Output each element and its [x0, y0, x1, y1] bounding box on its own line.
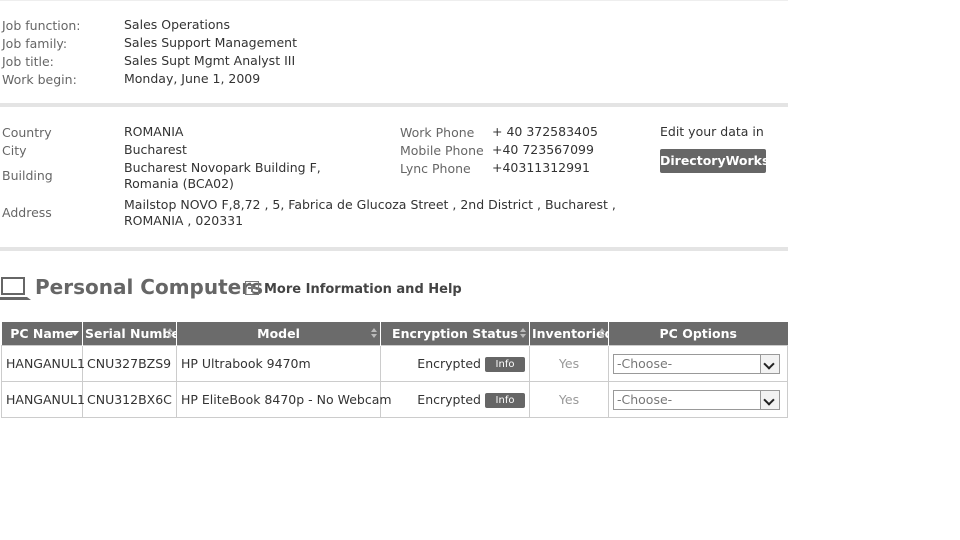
building-value: Bucharest Novopark Building F, Romania (… — [124, 160, 321, 191]
work-phone-label: Work Phone — [400, 125, 475, 140]
sort-desc-icon — [71, 331, 79, 336]
inventoried-cell: Yes — [529, 381, 609, 418]
more-info-link[interactable]: More Information and Help — [245, 281, 462, 297]
work-phone-value: + 40 372583405 — [492, 124, 598, 139]
pc-name-cell: HANGANUL1 — [1, 345, 85, 382]
work-begin-value: Monday, June 1, 2009 — [124, 71, 261, 86]
serial-cell: CNU327BZS9 — [82, 345, 177, 382]
sort-icon — [599, 328, 605, 338]
top-divider — [0, 0, 788, 1]
lync-phone-label: Lync Phone — [400, 161, 471, 176]
inventoried-cell: Yes — [529, 345, 609, 382]
serial-cell: CNU312BX6C — [82, 381, 177, 418]
address-label: Address — [2, 205, 52, 220]
column-header-inventoried[interactable]: Inventoried — [529, 322, 614, 346]
mobile-phone-label: Mobile Phone — [400, 143, 484, 158]
encryption-status: Encrypted — [417, 391, 481, 407]
country-value: ROMANIA — [124, 124, 184, 139]
info-button[interactable]: Info — [485, 356, 525, 372]
work-begin-label: Work begin: — [2, 72, 77, 87]
column-header-model[interactable]: Model — [176, 322, 381, 346]
expand-plus-icon — [245, 281, 259, 295]
select-value: -Choose- — [617, 391, 673, 407]
column-header-pc-name[interactable]: PC Name — [1, 322, 83, 346]
job-function-label: Job function: — [2, 18, 81, 33]
pc-table: PC Name Serial Number Model Encryption S… — [1, 322, 788, 418]
city-label: City — [2, 143, 27, 158]
directoryworks-button[interactable]: DirectoryWorks — [660, 149, 769, 173]
column-header-pc-options: PC Options — [608, 322, 788, 346]
building-label: Building — [2, 168, 53, 183]
job-title-value: Sales Supt Mgmt Analyst III — [124, 53, 296, 68]
edit-data-text: Edit your data in — [660, 124, 764, 139]
pc-options-cell: -Choose- — [608, 345, 788, 382]
address-value: Mailstop NOVO F,8,72 , 5, Fabrica de Glu… — [124, 197, 616, 228]
city-value: Bucharest — [124, 142, 187, 157]
encryption-status: Encrypted — [417, 355, 481, 371]
column-header-serial[interactable]: Serial Number — [82, 322, 186, 346]
column-label: Encryption Status — [392, 326, 518, 341]
table-row: HANGANUL1 CNU327BZS9 HP Ultrabook 9470m … — [1, 345, 788, 382]
pc-options-cell: -Choose- — [608, 381, 788, 418]
pc-options-select[interactable]: -Choose- — [613, 389, 780, 410]
mobile-phone-value: +40 723567099 — [492, 142, 594, 157]
section-divider — [0, 103, 788, 107]
country-label: Country — [2, 125, 52, 140]
column-header-encryption[interactable]: Encryption Status — [380, 322, 530, 346]
more-info-label: More Information and Help — [264, 282, 462, 297]
job-function-value: Sales Operations — [124, 17, 230, 32]
model-cell: HP Ultrabook 9470m — [176, 345, 381, 382]
pc-options-select[interactable]: -Choose- — [613, 353, 780, 374]
column-label: Model — [257, 326, 300, 341]
job-family-value: Sales Support Management — [124, 35, 297, 50]
sort-icon — [167, 328, 173, 338]
laptop-icon — [0, 277, 32, 301]
table-header-row: PC Name Serial Number Model Encryption S… — [1, 322, 788, 346]
job-title-label: Job title: — [2, 54, 54, 69]
section-divider-2 — [0, 247, 788, 251]
info-button[interactable]: Info — [485, 392, 525, 408]
chevron-down-icon[interactable] — [760, 390, 779, 409]
column-label: PC Options — [659, 326, 737, 341]
select-value: -Choose- — [617, 355, 673, 371]
pc-name-cell: HANGANUL1 — [1, 381, 85, 418]
lync-phone-value: +40311312991 — [492, 160, 590, 175]
table-row: HANGANUL1 CNU312BX6C HP EliteBook 8470p … — [1, 381, 788, 418]
sort-icon — [520, 328, 526, 338]
model-cell: HP EliteBook 8470p - No Webcam — [176, 381, 392, 418]
sort-icon — [371, 328, 377, 338]
column-label: PC Name — [10, 326, 74, 341]
encryption-cell: Encrypted Info — [380, 345, 530, 382]
chevron-down-icon[interactable] — [760, 354, 779, 373]
job-family-label: Job family: — [2, 36, 68, 51]
section-title: Personal Computers — [35, 275, 263, 299]
encryption-cell: Encrypted Info — [380, 381, 530, 418]
